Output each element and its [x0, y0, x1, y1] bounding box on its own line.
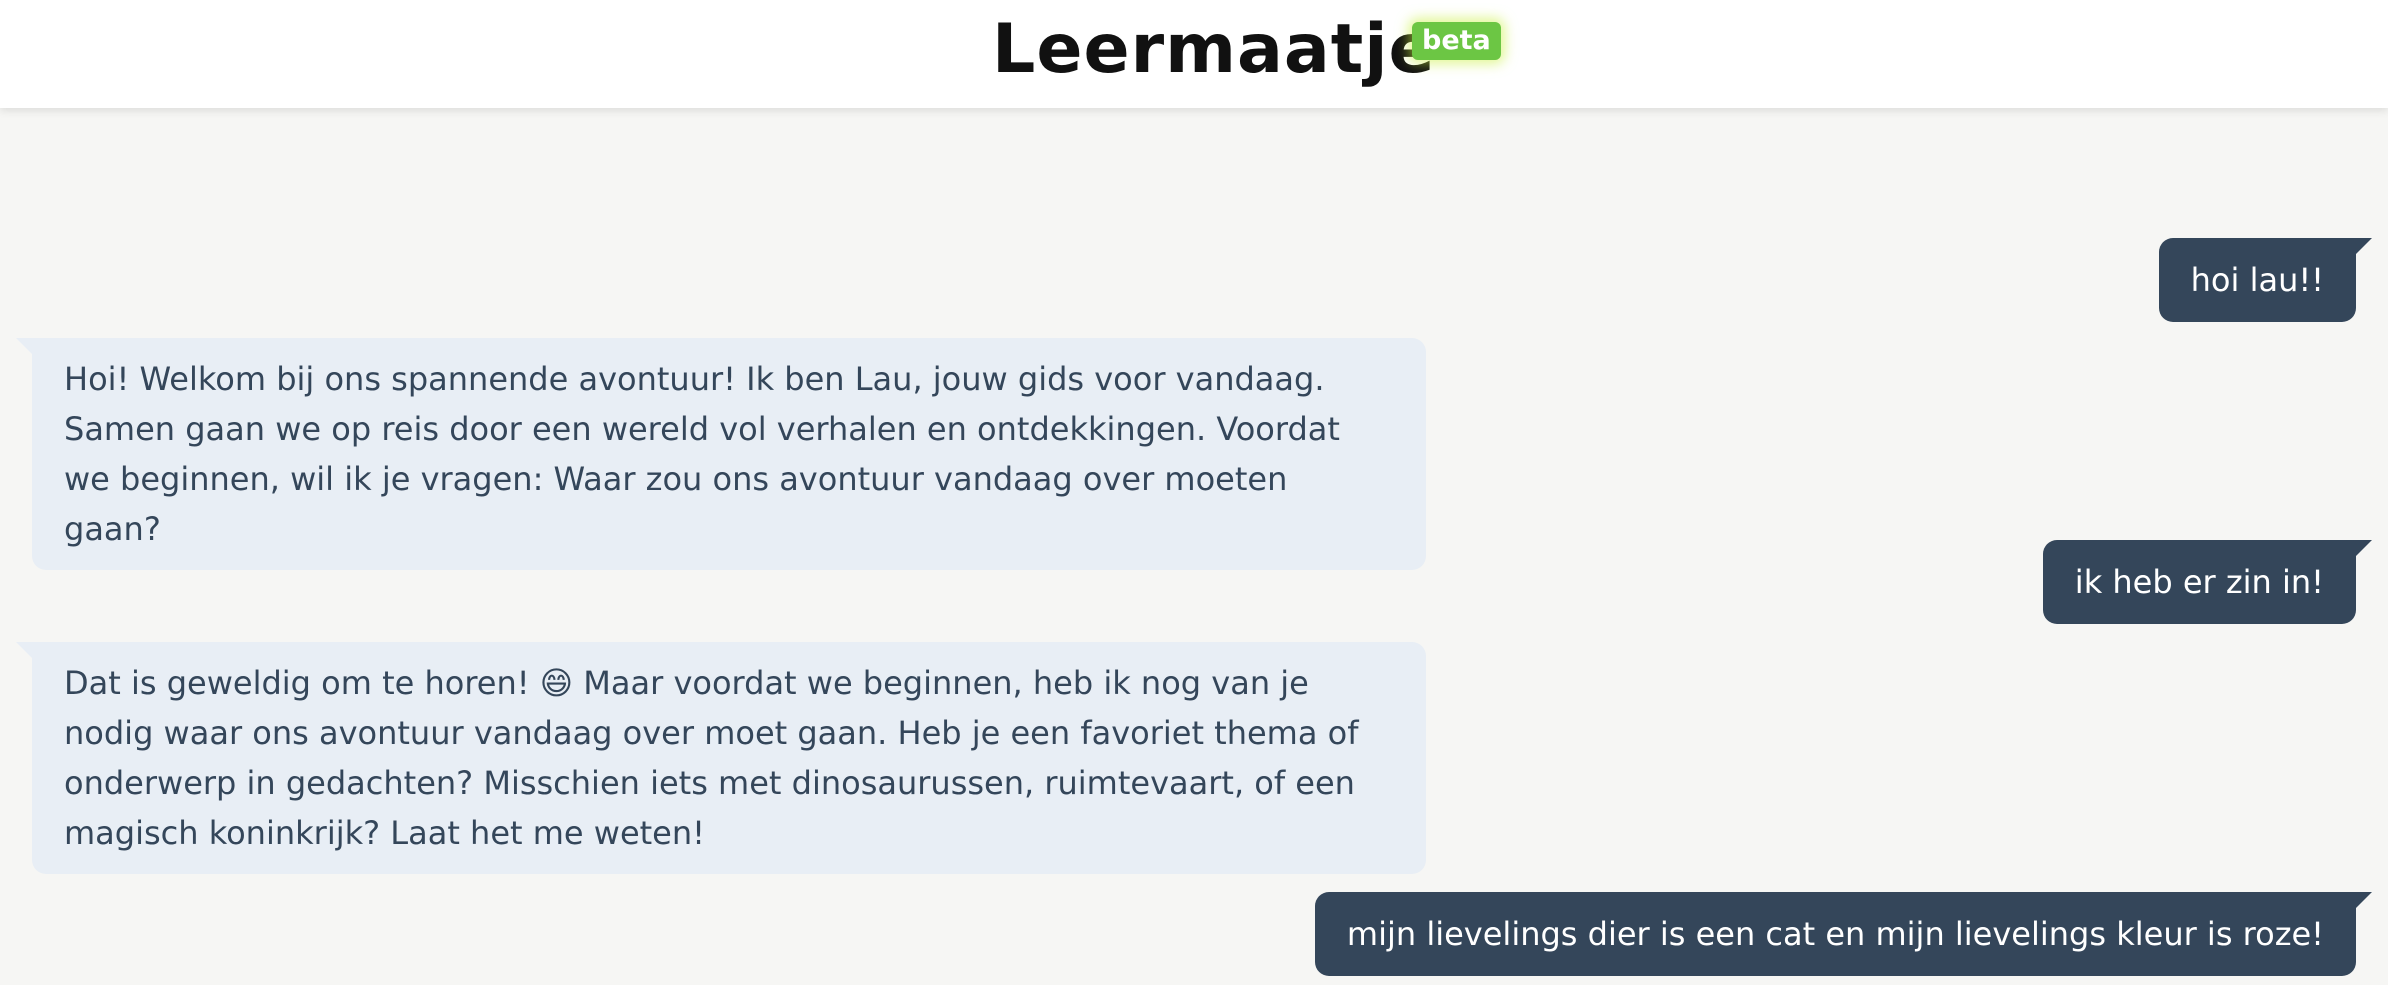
app-header: Leermaatje beta: [0, 0, 2388, 108]
app-title: Leermaatje: [992, 10, 1436, 89]
user-message: mijn lievelings dier is een cat en mijn …: [1314, 892, 2373, 976]
assistant-message: Hoi! Welkom bij ons spannende avontuur! …: [16, 338, 1426, 570]
beta-badge: beta: [1412, 22, 1501, 60]
user-message: hoi lau!!: [2158, 238, 2373, 322]
assistant-message: Dat is geweldig om te horen! 😄 Maar voor…: [16, 642, 1426, 874]
user-message: ik heb er zin in!: [2042, 540, 2373, 624]
chat-thread: hoi lau!! Hoi! Welkom bij ons spannende …: [0, 108, 2388, 985]
